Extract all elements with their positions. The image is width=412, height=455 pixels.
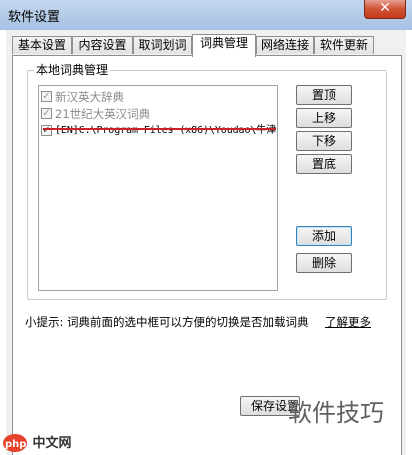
add-button[interactable]: 添加 xyxy=(296,226,352,246)
list-item[interactable]: ✓ [EN]C:\Program Files (x86)\Youdao\牛津 xyxy=(41,123,277,139)
list-item[interactable]: ✓ 21世纪大英汉词典 xyxy=(41,106,273,122)
learn-more-link[interactable]: 了解更多 xyxy=(325,314,371,330)
settings-window: 软件设置 ✕ 基本设置 内容设置 取词划词 词典管理 网络连接 软件更新 本地词… xyxy=(0,0,412,455)
dictionary-checkbox[interactable]: ✓ xyxy=(41,108,52,119)
tab-dictionary-management[interactable]: 词典管理 xyxy=(192,34,256,57)
watermark-logo: php 中文网 xyxy=(2,432,88,454)
red-annotation-underline xyxy=(43,128,276,130)
watermark-text: 软件技巧 xyxy=(288,399,384,427)
move-to-bottom-button[interactable]: 置底 xyxy=(296,154,352,174)
list-item[interactable]: ✓ 新汉英大辞典 xyxy=(41,89,273,105)
move-down-button[interactable]: 下移 xyxy=(296,131,352,151)
title-bar[interactable]: 软件设置 ✕ xyxy=(0,0,412,30)
remove-button[interactable]: 删除 xyxy=(296,253,352,273)
close-button[interactable]: ✕ xyxy=(364,0,406,19)
tab-network[interactable]: 网络连接 xyxy=(256,36,314,54)
hint-text: 小提示: 词典前面的选中框可以方便的切换是否加载词典 xyxy=(25,315,309,329)
list-item-label: 21世纪大英汉词典 xyxy=(55,107,151,121)
dictionary-checkbox[interactable]: ✓ xyxy=(41,91,52,102)
window-title: 软件设置 xyxy=(8,10,61,25)
tab-word-capture[interactable]: 取词划词 xyxy=(133,36,192,54)
move-up-button[interactable]: 上移 xyxy=(296,108,352,128)
dictionary-checkbox[interactable]: ✓ xyxy=(41,125,52,136)
dictionary-list[interactable]: ✓ 新汉英大辞典 ✓ 21世纪大英汉词典 ✓ [EN]C:\Program Fi… xyxy=(38,85,278,291)
tab-content-settings[interactable]: 内容设置 xyxy=(72,36,133,54)
local-dictionary-group: 本地词典管理 ✓ 新汉英大辞典 ✓ 21世纪大英汉词典 ✓ [EN]C:\Pro… xyxy=(27,62,387,300)
php-logo-icon: php 中文网 xyxy=(3,434,71,452)
tab-software-update[interactable]: 软件更新 xyxy=(314,36,374,54)
tab-basic-settings[interactable]: 基本设置 xyxy=(12,36,72,54)
close-icon: ✕ xyxy=(379,0,391,16)
dialog-client: 基本设置 内容设置 取词划词 词典管理 网络连接 软件更新 本地词典管理 ✓ 新… xyxy=(6,30,406,455)
group-title: 本地词典管理 xyxy=(34,62,111,78)
list-item-label: 新汉英大辞典 xyxy=(55,90,124,104)
list-item-label: [EN]C:\Program Files (x86)\Youdao\牛津 xyxy=(55,125,277,136)
move-to-top-button[interactable]: 置顶 xyxy=(296,85,352,105)
dictionary-panel: 本地词典管理 ✓ 新汉英大辞典 ✓ 21世纪大英汉词典 ✓ [EN]C:\Pro… xyxy=(12,55,402,455)
